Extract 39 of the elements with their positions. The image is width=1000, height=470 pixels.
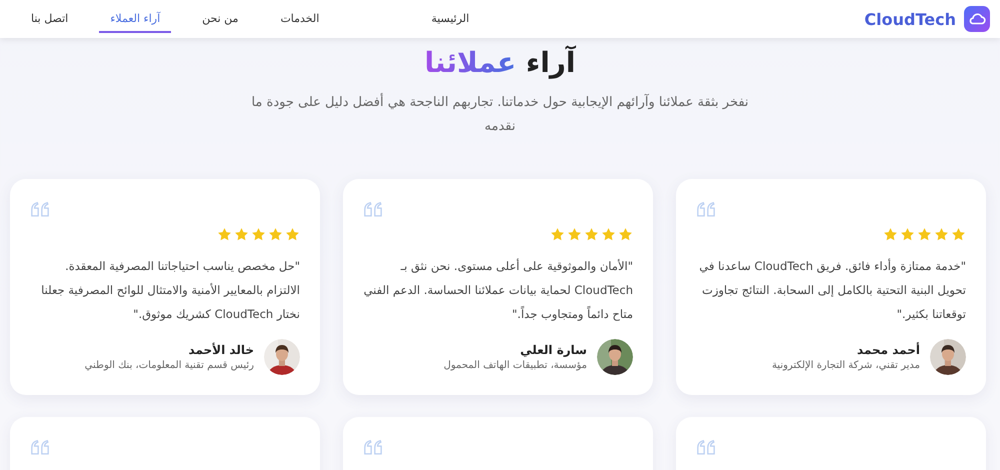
testimonial-quote: "الأمان والموثوقية على أعلى مستوى. نحن نثق بـ CloudTech لحماية بيانات عملائنا الحساسة. الدعم الفني متاح دائماً ومتجاوب جداً." — [363, 258, 633, 323]
star-icon — [285, 227, 300, 242]
star-icon — [550, 227, 565, 242]
testimonial-quote: "حل مخصص يناسب احتياجاتنا المصرفية المعقدة. الالتزام بالمعايير الأمنية والامتثال للوائح المصرفية جعلنا نختار CloudTech كشريك موثوق." — [40, 258, 300, 323]
page-subtitle: نفخر بثقة عملائنا وآرائهم الإيجابية حول خدماتنا. تجاربهم الناجحة هي أفضل دليل على جودة ما نقدمه — [250, 92, 750, 136]
star-icon — [883, 227, 898, 242]
star-icon — [251, 227, 266, 242]
star-icon — [234, 227, 249, 242]
star-icon — [268, 227, 283, 242]
star-icon — [567, 227, 582, 242]
quote-icon — [30, 201, 50, 218]
cloud-logo-icon — [964, 6, 990, 32]
author-role: مؤسسة، تطبيقات الهاتف المحمول — [444, 360, 587, 371]
nav-link[interactable]: اتصل بنا — [20, 6, 80, 32]
star-icon — [217, 227, 232, 242]
nav-link[interactable]: الخدمات — [269, 6, 330, 32]
quote-icon — [30, 439, 50, 456]
star-icon — [584, 227, 599, 242]
star-icon — [917, 227, 932, 242]
nav-link[interactable]: الرئيسية — [420, 6, 480, 32]
star-icon — [934, 227, 949, 242]
star-icon — [601, 227, 616, 242]
author-role: رئيس قسم تقنية المعلومات، بنك الوطني — [84, 360, 254, 371]
author-name: سارة العلي — [519, 343, 587, 357]
quote-icon — [696, 439, 716, 456]
star-icon — [951, 227, 966, 242]
page-title: آراء عملائنا — [424, 46, 576, 79]
author-role: مدير تقني، شركة التجارة الإلكترونية — [772, 360, 920, 371]
quote-icon — [363, 439, 383, 456]
author-name: خالد الأحمد — [188, 343, 254, 357]
quote-icon — [363, 201, 383, 218]
star-icon — [900, 227, 915, 242]
nav-link[interactable]: من نحن — [191, 6, 250, 32]
brand-name[interactable]: CloudTech — [864, 10, 956, 28]
nav-link[interactable]: آراء العملاء — [99, 6, 172, 32]
author-name: أحمد محمد — [856, 343, 920, 357]
testimonial-quote: "خدمة ممتازة وأداء فائق. فريق CloudTech ساعدنا في تحويل البنية التحتية بالكامل إلى السحابة. النتائج تجاوزت توقعاتنا بكثير." — [698, 258, 966, 323]
star-icon — [618, 227, 633, 242]
quote-icon — [696, 201, 716, 218]
